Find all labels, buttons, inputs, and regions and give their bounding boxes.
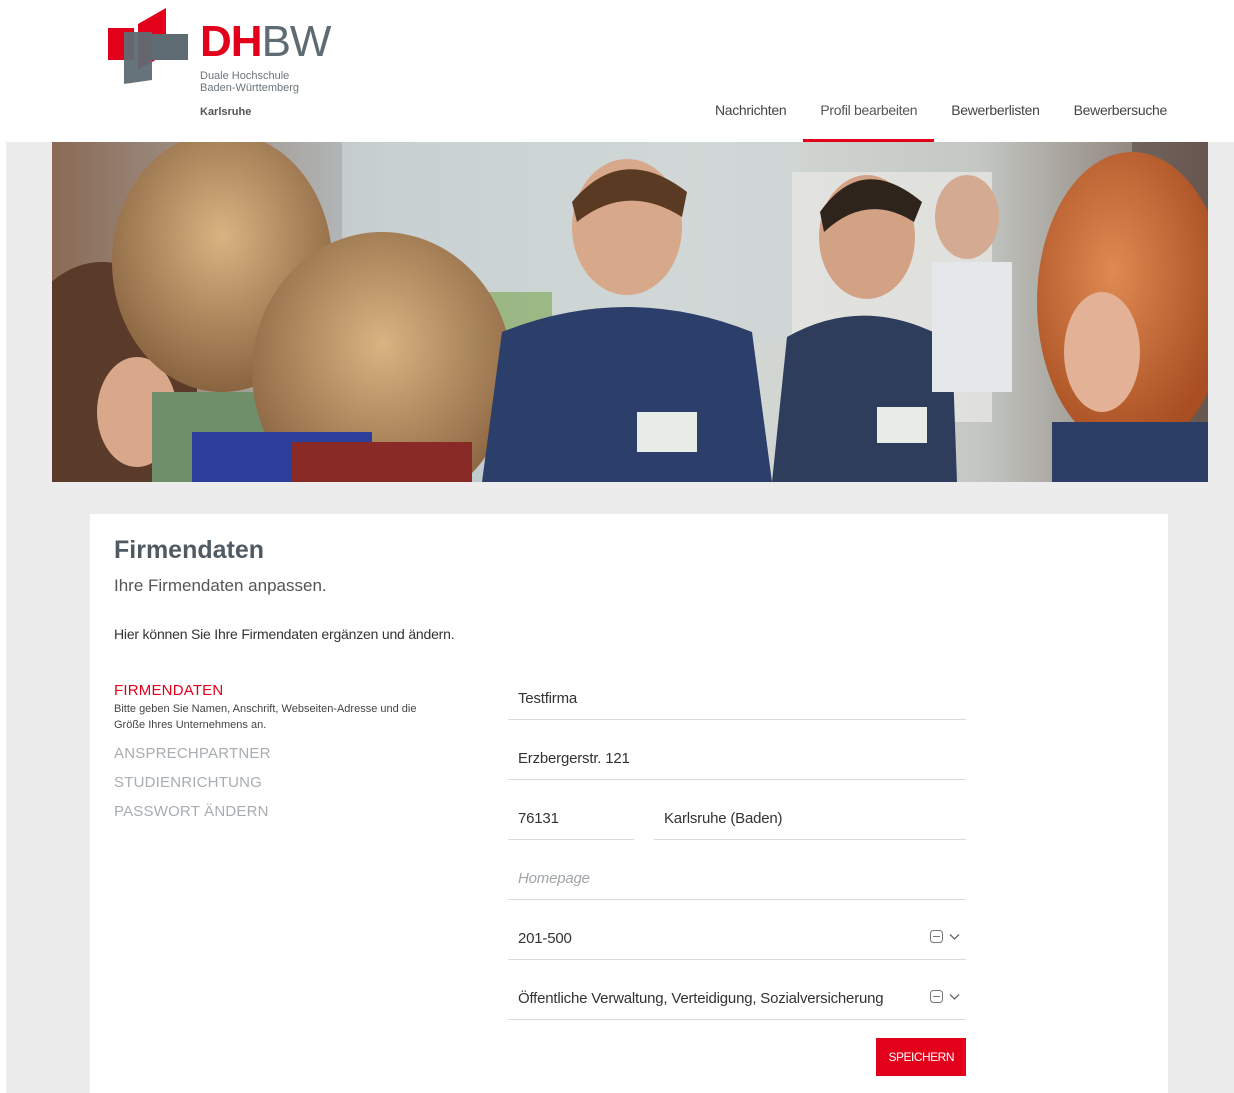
street-field[interactable]: Erzbergerstr. 121 [508,738,966,780]
section-nav-ansprechpartner[interactable]: ANSPRECHPARTNER [114,745,444,762]
section-nav-studienrichtung[interactable]: STUDIENRICHTUNG [114,774,444,791]
section-nav-firmendaten[interactable]: FIRMENDATEN [114,682,444,699]
section-nav-firmendaten-description: Bitte geben Sie Namen, Anschrift, Websei… [114,703,417,731]
page-intro: Hier können Sie Ihre Firmendaten ergänze… [114,626,455,642]
section-nav-passwort-aendern[interactable]: PASSWORT ÄNDERN [114,803,444,820]
nav-item-profil-bearbeiten[interactable]: Profil bearbeiten [803,86,935,142]
zip-field[interactable]: 76131 [508,798,634,840]
site-header: DHBW Duale Hochschule Baden-Württemberg … [0,0,1234,142]
dhbw-logo[interactable]: DHBW Duale Hochschule Baden-Württemberg … [108,8,338,128]
logo-subtitle: Duale Hochschule Baden-Württemberg [200,70,300,94]
hero-image [52,142,1208,482]
section-nav: FIRMENDATEN Bitte geben Sie Namen, Ansch… [114,682,444,832]
logo-wordmark: DHBW [200,17,331,66]
city-field[interactable]: Karlsruhe (Baden) [654,798,966,840]
dhbw-logo-mark-icon [108,8,188,84]
chevron-down-icon[interactable] [949,993,960,1001]
industry-value: Öffentliche Verwaltung, Verteidigung, So… [518,990,884,1007]
firmendaten-card: Firmendaten Ihre Firmendaten anpassen. H… [90,514,1168,1093]
logo-city: Karlsruhe [200,106,252,118]
save-button[interactable]: SPEICHERN [876,1038,966,1076]
nav-item-bewerbersuche[interactable]: Bewerbersuche [1057,86,1184,142]
page-title: Firmendaten [114,536,265,564]
main-nav: Nachrichten Profil bearbeiten Bewerberli… [698,86,1184,142]
select-clear-icon[interactable] [930,990,943,1003]
nav-item-bewerberlisten[interactable]: Bewerberlisten [934,86,1056,142]
company-name-field[interactable]: Testfirma [508,678,966,720]
homepage-field[interactable]: Homepage [508,858,966,900]
company-size-select[interactable]: 201-500 [508,918,966,960]
firmendaten-form: Testfirma Erzbergerstr. 121 76131 Karlsr… [508,678,966,1076]
page-subtitle: Ihre Firmendaten anpassen. [114,576,327,595]
hero-photo [52,142,1208,482]
nav-item-nachrichten[interactable]: Nachrichten [698,86,803,142]
select-clear-icon[interactable] [930,930,943,943]
industry-select[interactable]: Öffentliche Verwaltung, Verteidigung, So… [508,978,966,1020]
chevron-down-icon[interactable] [949,933,960,941]
company-size-value: 201-500 [518,930,572,947]
